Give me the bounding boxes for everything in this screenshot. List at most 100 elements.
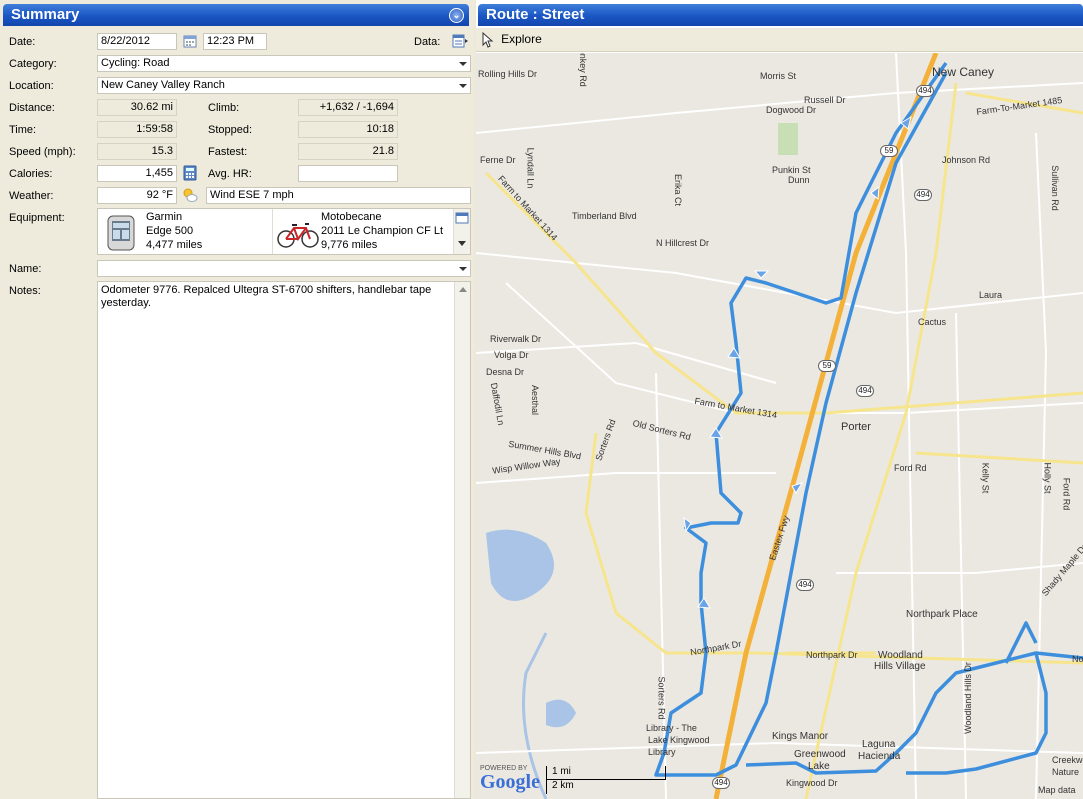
chevron-down-icon[interactable] [459,267,467,271]
wind-field[interactable]: Wind ESE 7 mph [206,187,471,204]
category-value: Cycling: Road [101,57,170,69]
stopped-label: Stopped: [208,124,253,136]
stopped-field: 10:18 [298,121,398,138]
map-label: Holly St [1042,462,1053,494]
map-label: Lake [808,761,830,772]
map-label: Library - The [646,723,697,733]
map-label: Dogwood Dr [766,105,817,115]
map-label: Hacienda [858,751,901,762]
equipment-miles: 4,477 miles [146,239,203,251]
google-text: Google [480,771,540,793]
map-label: Johnson Rd [942,155,991,165]
map-label: No [1072,654,1083,664]
map-label: Riverwalk Dr [490,334,542,344]
road-shield: 59 [880,145,898,157]
route-line [654,61,1083,777]
notes-textarea[interactable]: Odometer 9776. Repalced Ultegra ST-6700 … [97,281,471,799]
notes-text: Odometer 9776. Repalced Ultegra ST-6700 … [101,284,432,309]
map-label: Laura [979,290,1003,300]
calories-field[interactable]: 1,455 [97,165,177,182]
notes-scrollbar[interactable] [454,282,470,798]
map-data-link[interactable]: Map data [1038,785,1076,795]
map-label: Woodland [878,650,923,661]
name-label: Name: [9,263,42,275]
weather-label: Weather: [9,190,54,202]
map-label: Library [648,747,676,757]
map-label: Sullivan Rd [1049,165,1060,211]
avg-hr-field[interactable] [298,165,398,182]
road-shield: 59 [818,360,836,372]
road-shield: 494 [914,189,932,201]
equipment-label: Equipment: [9,212,65,224]
map-label: Cactus [918,317,947,327]
notes-label: Notes: [9,285,41,297]
lake-shape [486,529,554,601]
map-label: Kings Manor [772,731,829,742]
calculator-icon[interactable] [182,165,198,181]
equipment-miles: 9,776 miles [321,239,378,251]
road-shield: 494 [916,85,934,97]
map-label: Russell Dr [804,95,846,105]
lake-shape [546,699,576,728]
speed-label: Speed (mph): [9,146,76,158]
map-label: Ferne Dr [480,155,516,165]
equipment-name: Motobecane [321,211,382,223]
equipment-item-motobecane[interactable]: Motobecane 2011 Le Champion CF Lt 9,776 … [321,210,443,252]
map-label: Desna Dr [486,367,525,377]
scale-km: 2 km [546,780,626,794]
map-label: New Caney [932,65,995,79]
speed-field: 15.3 [97,143,177,160]
route-map[interactable]: New Caney Morris St Rolling Hills Dr Mon… [476,53,1083,799]
location-value: New Caney Valley Ranch [101,79,225,91]
map-label: Greenwood [794,749,846,760]
name-select[interactable] [97,260,471,277]
map-label: Nature [1052,767,1080,777]
map-label: Sorters Rd [656,676,667,720]
equipment-item-garmin[interactable]: Garmin Edge 500 4,477 miles [146,210,202,252]
calories-label: Calories: [9,168,53,180]
map-label: Lake Kingwood [648,735,710,745]
map-label: Timberland Blvd [572,211,637,221]
map-label: Laguna [862,739,896,750]
partly-sunny-icon[interactable] [182,187,198,203]
temperature-field[interactable]: 92 °F [97,187,177,204]
map-label: Erika Ct [673,173,684,207]
map-label: Woodland Hills Dr [962,662,973,734]
map-label: Punkin St [772,165,811,175]
route-titlebar: Route : Street [478,4,1083,26]
explore-button[interactable]: Explore [482,31,542,48]
date-field[interactable]: 8/22/2012 [97,33,177,50]
equipment-model: 2011 Le Champion CF Lt [321,225,444,237]
map-label: Northpark Dr [806,650,858,660]
scale-mi: 1 mi [546,766,666,780]
time-label: Time: [9,124,37,136]
climb-field: +1,632 / -1,694 [298,99,398,116]
route-title: Route : Street [486,6,585,23]
map-label: Aesthal [530,384,541,416]
map-label: Monkey Rd [577,53,588,87]
map-label: Porter [841,421,871,433]
distance-label: Distance: [9,102,55,114]
equipment-list: Garmin Edge 500 4,477 miles Motobecane 2… [97,208,471,255]
map-label: Hills Village [874,661,926,672]
collapse-icon[interactable]: ⌄ [449,8,464,23]
map-label: Kingwood Dr [786,778,838,788]
google-logo: POWERED BY Google [480,765,540,792]
map-label: Ford Rd [1061,477,1072,511]
calendar-icon[interactable] [182,33,198,49]
map-label: Northpark Place [906,609,978,620]
chevron-down-icon[interactable] [459,84,467,88]
category-label: Category: [9,58,57,70]
equipment-scroll[interactable] [453,209,470,254]
map-label: Dunn [788,175,810,185]
map-label: Lyndall Ln [525,147,536,189]
category-select[interactable]: Cycling: Road [97,55,471,72]
distance-field: 30.62 mi [97,99,177,116]
chevron-down-icon[interactable] [459,62,467,66]
time-of-day-field[interactable]: 12:23 PM [203,33,267,50]
location-select[interactable]: New Caney Valley Ranch [97,77,471,94]
summary-titlebar: Summary ⌄ [3,4,469,26]
data-menu-icon[interactable] [452,33,468,49]
equipment-model: Edge 500 [146,225,194,237]
explore-label: Explore [501,32,542,46]
